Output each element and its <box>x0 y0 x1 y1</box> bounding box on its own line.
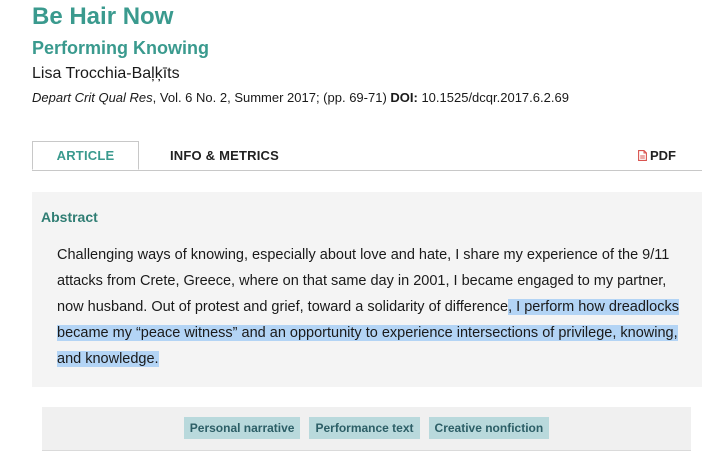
pdf-file-icon <box>638 150 647 161</box>
keywords-bar: Personal narrative Performance text Crea… <box>42 407 691 451</box>
doi-label: DOI: <box>390 90 418 105</box>
author-name[interactable]: Lisa Trocchia-Baļķīts <box>32 65 180 83</box>
journal-name: Depart Crit Qual Res <box>32 90 153 105</box>
tab-info-metrics[interactable]: INFO & METRICS <box>170 148 279 163</box>
volume-issue: , Vol. 6 No. 2, Summer 2017; (pp. 69-71) <box>152 90 391 105</box>
keyword-tag[interactable]: Personal narrative <box>183 417 301 439</box>
citation-line: Depart Crit Qual Res, Vol. 6 No. 2, Summ… <box>32 90 569 105</box>
article-title: Be Hair Now <box>32 3 174 30</box>
article-subtitle: Performing Knowing <box>32 38 209 58</box>
pdf-label: PDF <box>650 148 676 163</box>
keyword-tag[interactable]: Creative nonfiction <box>428 417 550 439</box>
tabs-divider <box>32 170 702 171</box>
pdf-download-link[interactable]: PDF <box>638 148 676 163</box>
tab-article[interactable]: ARTICLE <box>32 141 139 170</box>
abstract-text: Challenging ways of knowing, especially … <box>57 242 687 372</box>
keyword-list: Personal narrative Performance text Crea… <box>42 417 691 439</box>
abstract-heading: Abstract <box>41 209 98 225</box>
abstract-panel: Abstract Challenging ways of knowing, es… <box>32 192 702 387</box>
doi-value[interactable]: 10.1525/dcqr.2017.6.2.69 <box>418 90 568 105</box>
keyword-tag[interactable]: Performance text <box>309 417 420 439</box>
